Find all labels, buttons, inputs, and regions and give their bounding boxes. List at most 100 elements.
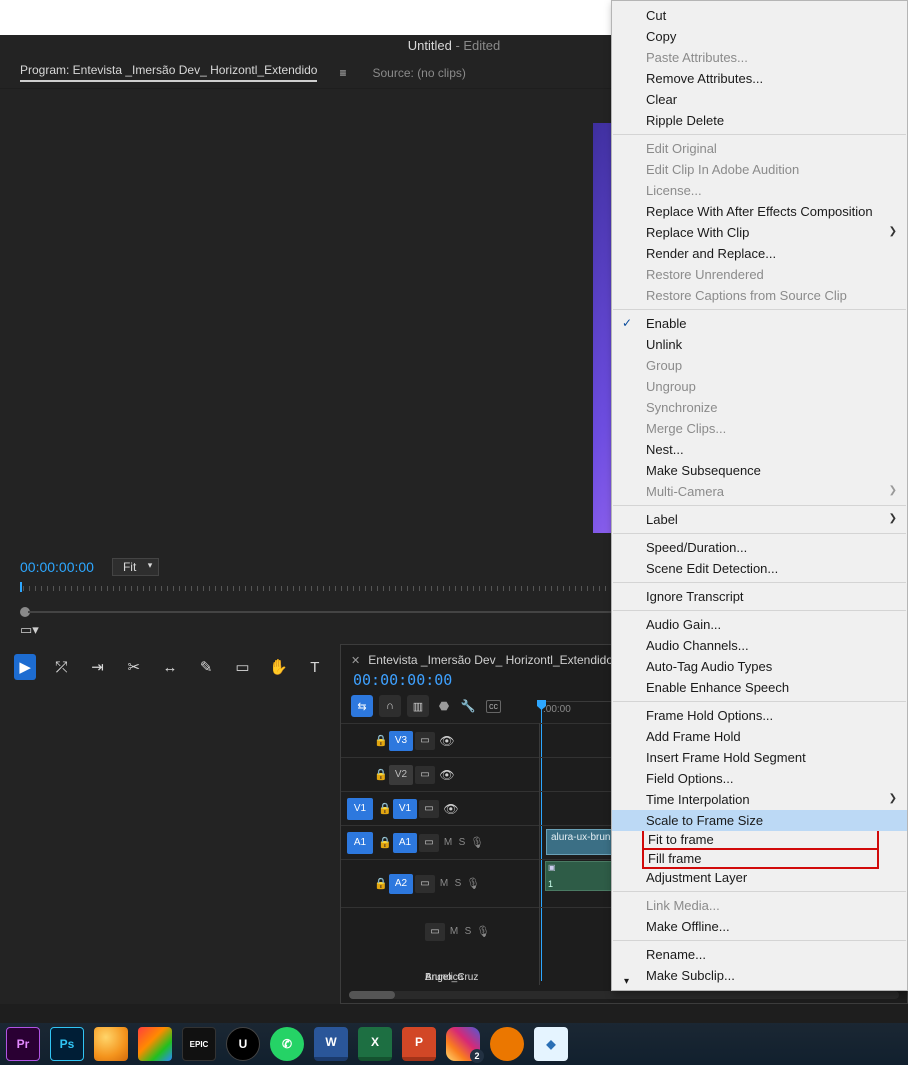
sync-lock-icon[interactable]: ▭ — [419, 800, 439, 818]
track-select-tool[interactable]: ⤱ — [50, 654, 72, 680]
scrollbar-thumb[interactable] — [349, 991, 395, 999]
rectangle-tool[interactable]: ▭ — [231, 654, 253, 680]
menu-item[interactable]: Rename... — [612, 944, 907, 965]
whatsapp-icon[interactable]: ✆ — [270, 1027, 304, 1061]
mute-m[interactable]: M — [447, 926, 461, 937]
menu-item-highlighted[interactable]: Fit to frame — [642, 829, 879, 850]
safe-margins-icon[interactable]: ▭▾ — [20, 622, 39, 638]
close-sequence-icon[interactable]: ✕ — [351, 654, 360, 667]
solo-s[interactable]: S — [461, 926, 475, 937]
menu-item[interactable]: Label❯ — [612, 509, 907, 530]
source-patch-a1[interactable]: A1 — [347, 832, 373, 854]
type-tool[interactable]: T — [304, 654, 326, 680]
program-tab[interactable]: Program: Entevista _Imersão Dev_ Horizon… — [20, 63, 317, 82]
lock-icon[interactable]: 🔒 — [373, 768, 389, 781]
menu-item[interactable]: Enable✓ — [612, 313, 907, 334]
photoshop-taskbar-icon[interactable]: Ps — [50, 1027, 84, 1061]
slip-tool[interactable]: ↔ — [159, 654, 181, 680]
orange-app-icon[interactable] — [94, 1027, 128, 1061]
powerpoint-icon[interactable]: P — [402, 1027, 436, 1061]
menu-item[interactable]: Adjustment Layer — [612, 867, 907, 888]
menu-item[interactable]: Time Interpolation❯ — [612, 789, 907, 810]
source-patch-v1[interactable]: V1 — [347, 798, 373, 820]
menu-item[interactable]: Scale to Frame Size — [612, 810, 907, 831]
eye-icon[interactable]: 👁 — [437, 734, 457, 748]
voiceover-mic-icon[interactable]: 🎙 — [469, 836, 485, 849]
menu-item[interactable]: Make Subsequence — [612, 460, 907, 481]
premiere-taskbar-icon[interactable]: Pr — [6, 1027, 40, 1061]
menu-item[interactable]: Copy — [612, 26, 907, 47]
mute-m[interactable]: M — [437, 878, 451, 889]
menu-item[interactable]: Ripple Delete — [612, 110, 907, 131]
sync-lock-icon[interactable]: ▭ — [419, 834, 439, 852]
settings-wrench-icon[interactable]: 🔧 — [459, 695, 477, 717]
menu-item[interactable]: Make Offline... — [612, 916, 907, 937]
sync-lock-icon[interactable]: ▭ — [425, 923, 445, 941]
nest-toggle[interactable]: ⇆ — [351, 695, 373, 717]
track-label-v2[interactable]: V2 — [389, 765, 413, 785]
menu-item[interactable]: Auto-Tag Audio Types — [612, 656, 907, 677]
blender-icon[interactable] — [490, 1027, 524, 1061]
voiceover-mic-icon[interactable]: 🎙 — [475, 925, 491, 938]
snap-toggle[interactable]: ∩ — [379, 695, 401, 717]
menu-item[interactable]: Speed/Duration... — [612, 537, 907, 558]
eye-icon[interactable]: 👁 — [441, 802, 461, 816]
timeline-h-scrollbar[interactable] — [349, 991, 899, 999]
menu-item[interactable]: Make Subclip... — [612, 965, 907, 986]
pen-tool[interactable]: ✎ — [195, 654, 217, 680]
source-tab[interactable]: Source: (no clips) — [373, 66, 466, 80]
menu-item[interactable]: Insert Frame Hold Segment — [612, 747, 907, 768]
menu-item[interactable]: Frame Hold Options... — [612, 705, 907, 726]
selection-tool[interactable]: ▶ — [14, 654, 36, 680]
menu-item-highlighted[interactable]: Fill frame — [642, 848, 879, 869]
panel-menu-icon[interactable]: ≡ — [339, 66, 346, 80]
hand-tool[interactable]: ✋ — [268, 654, 290, 680]
instagram-icon[interactable]: 2 — [446, 1027, 480, 1061]
sketchup-icon[interactable]: ◆ — [534, 1027, 568, 1061]
lock-icon[interactable]: 🔒 — [373, 877, 389, 890]
eye-icon[interactable]: 👁 — [437, 768, 457, 782]
solo-s[interactable]: S — [451, 878, 465, 889]
lock-icon[interactable]: 🔒 — [377, 802, 393, 815]
track-label-a2[interactable]: A2 — [389, 874, 413, 894]
menu-item[interactable]: Nest... — [612, 439, 907, 460]
track-label-v3[interactable]: V3 — [389, 731, 413, 751]
menu-item[interactable]: Field Options... — [612, 768, 907, 789]
menu-item[interactable]: Enable Enhance Speech — [612, 677, 907, 698]
sync-lock-icon[interactable]: ▭ — [415, 766, 435, 784]
linked-selection-toggle[interactable]: ▥ — [407, 695, 429, 717]
epic-games-icon[interactable]: EPIC — [182, 1027, 216, 1061]
voiceover-mic-icon[interactable]: 🎙 — [465, 877, 481, 890]
menu-item[interactable]: Add Frame Hold — [612, 726, 907, 747]
menu-item[interactable]: Clear — [612, 89, 907, 110]
program-timecode[interactable]: 00:00:00:00 — [20, 559, 94, 575]
captions-badge[interactable]: cc — [486, 700, 501, 713]
menu-item[interactable]: Scene Edit Detection... — [612, 558, 907, 579]
mute-m[interactable]: M — [441, 837, 455, 848]
track-label-a1[interactable]: A1 — [393, 833, 417, 853]
menu-item[interactable]: Replace With After Effects Composition — [612, 201, 907, 222]
menu-item[interactable]: Ignore Transcript — [612, 586, 907, 607]
sync-lock-icon[interactable]: ▭ — [415, 875, 435, 893]
menu-item[interactable]: Audio Channels... — [612, 635, 907, 656]
excel-icon[interactable]: X — [358, 1027, 392, 1061]
menu-item[interactable]: Render and Replace... — [612, 243, 907, 264]
menu-item[interactable]: Cut — [612, 5, 907, 26]
word-icon[interactable]: W — [314, 1027, 348, 1061]
menu-item[interactable]: Remove Attributes... — [612, 68, 907, 89]
sequence-title[interactable]: Entevista _Imersão Dev_ Horizontl_Extend… — [368, 653, 613, 667]
menu-item[interactable]: Audio Gain... — [612, 614, 907, 635]
track-label-v1[interactable]: V1 — [393, 799, 417, 819]
solo-s[interactable]: S — [455, 837, 469, 848]
menu-item[interactable]: Unlink — [612, 334, 907, 355]
zoom-fit-dropdown[interactable]: Fit — [112, 558, 159, 576]
unreal-engine-icon[interactable]: U — [226, 1027, 260, 1061]
lock-icon[interactable]: 🔒 — [373, 734, 389, 747]
razor-tool[interactable]: ✂ — [123, 654, 145, 680]
lock-icon[interactable]: 🔒 — [377, 836, 393, 849]
menu-item[interactable]: Replace With Clip❯ — [612, 222, 907, 243]
sync-lock-icon[interactable]: ▭ — [415, 732, 435, 750]
creative-cloud-icon[interactable] — [138, 1027, 172, 1061]
marker-tool-icon[interactable]: ⬣ — [435, 695, 453, 717]
ripple-edit-tool[interactable]: ⇥ — [86, 654, 108, 680]
